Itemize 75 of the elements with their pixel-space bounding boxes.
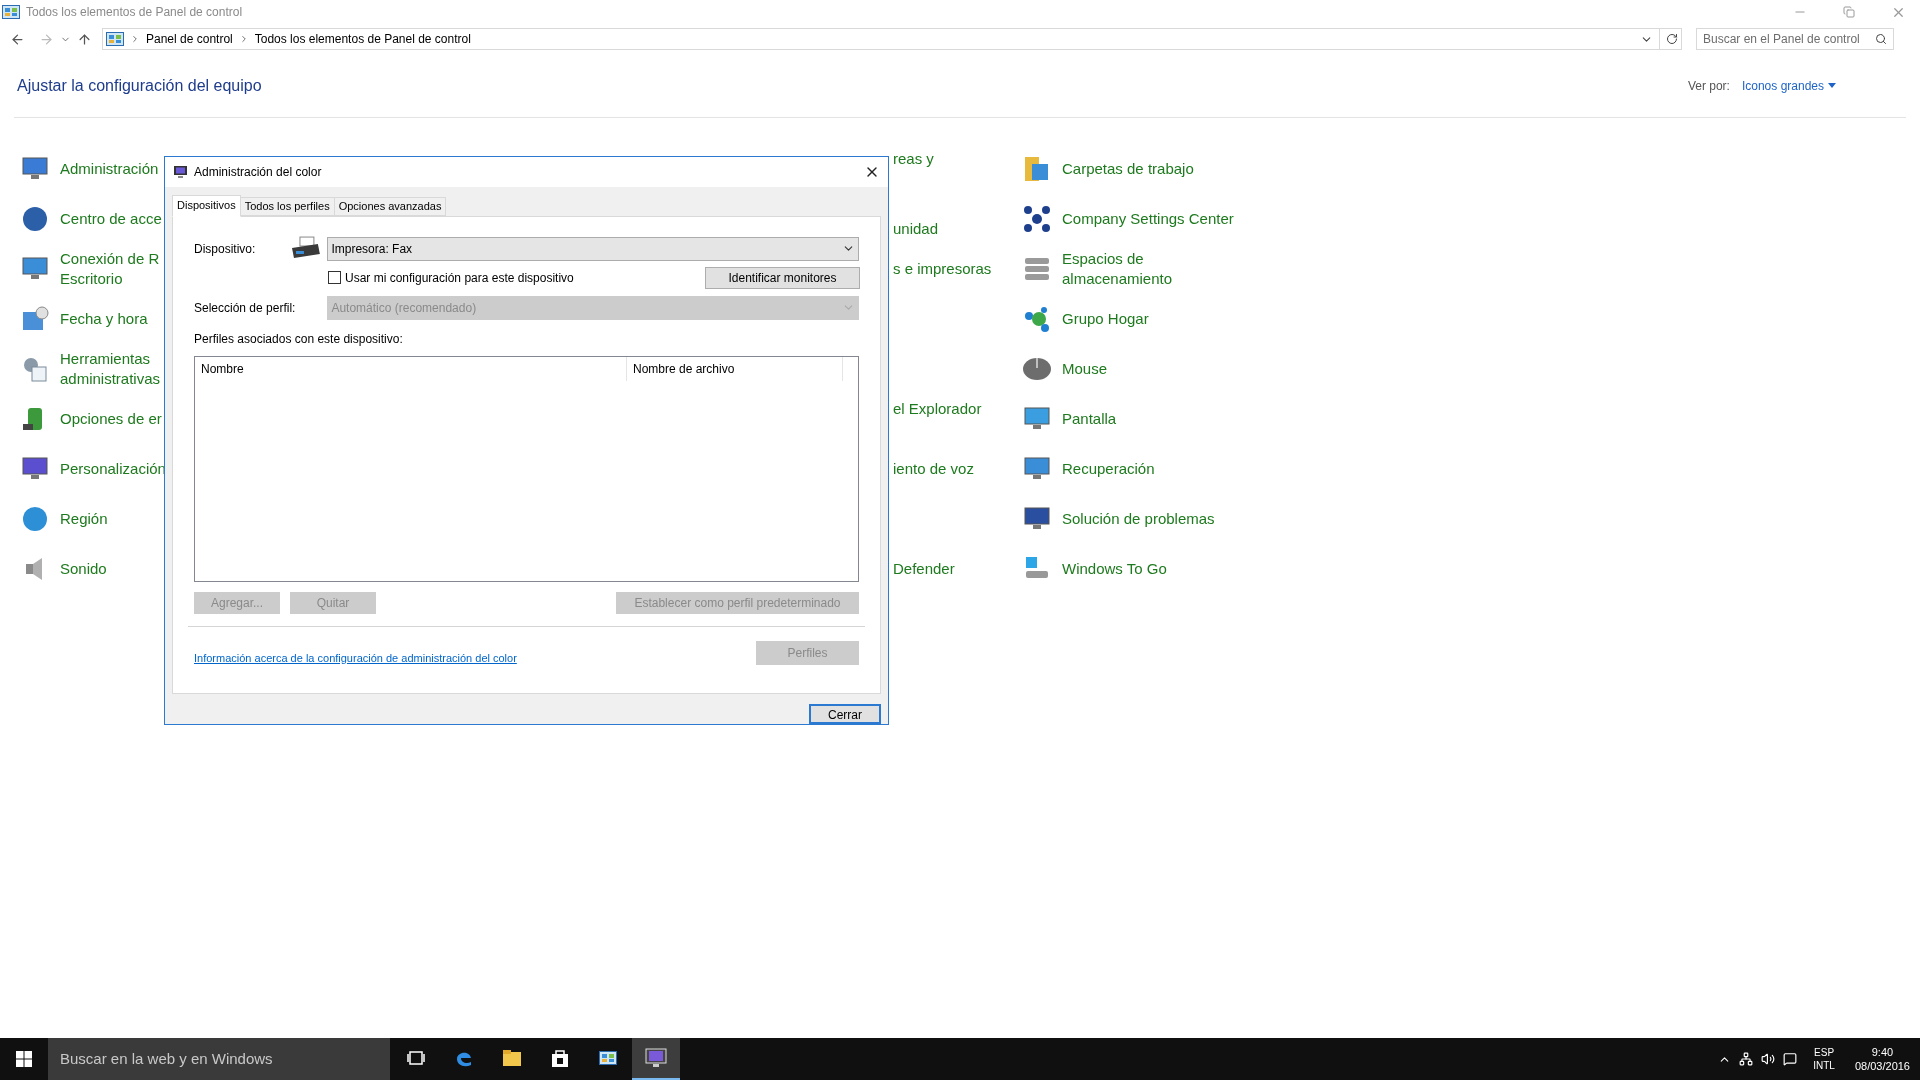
control-panel-item-link[interactable]: reas y — [893, 149, 1022, 169]
info-link[interactable]: Información acerca de la configuración de administración del color — [194, 649, 517, 667]
control-panel-item-link[interactable]: Solución de problemas — [1062, 509, 1215, 529]
clock-time[interactable]: 9:40 — [1871, 1045, 1894, 1059]
folder-icon — [502, 1049, 522, 1067]
close-button[interactable]: Cerrar — [809, 704, 881, 724]
column-header[interactable]: Nombre — [195, 356, 627, 381]
control-panel-item-link[interactable]: el Explorador — [893, 399, 1022, 419]
network-icon — [1022, 204, 1052, 234]
task-view-icon — [407, 1051, 425, 1065]
control-panel-item-link[interactable]: Grupo Hogar — [1062, 309, 1149, 329]
back-icon[interactable] — [10, 31, 25, 47]
control-panel-item-link[interactable]: Conexión de R — [60, 249, 160, 269]
control-panel-item-link[interactable]: Mouse — [1062, 359, 1108, 379]
control-panel-item-link[interactable]: s e impresoras — [893, 257, 992, 281]
control-panel-icon — [106, 32, 124, 46]
dialog-button[interactable]: Identificar monitores — [705, 266, 860, 289]
molecule-icon — [1022, 304, 1052, 334]
control-panel-item-link[interactable]: Pantalla — [1062, 409, 1117, 429]
control-panel-icon — [599, 1051, 617, 1065]
view-mode-dropdown[interactable]: Iconos grandes — [1741, 76, 1836, 95]
control-panel-item-link[interactable]: unidad — [893, 219, 1022, 239]
input-language[interactable]: ESP — [1814, 1046, 1835, 1059]
volume-icon[interactable] — [1761, 1052, 1776, 1066]
breadcrumb-item[interactable]: Todos los elementos de Panel de control — [254, 30, 471, 48]
control-panel-item-link[interactable]: Escritorio — [60, 269, 160, 289]
associated-profiles-label: Perfiles asociados con este dispositivo: — [194, 330, 404, 348]
view-by-label: Ver por: — [1687, 77, 1730, 95]
taskbar-search-field[interactable]: Buscar en la web y en Windows — [48, 1038, 390, 1080]
page-heading: Ajustar la configuración del equipo — [17, 75, 262, 96]
control-panel-item-link[interactable]: Company Settings Center — [1062, 209, 1234, 229]
address-field[interactable]: Panel de control Todos los elementos de Panel de control — [102, 28, 1682, 50]
network-icon[interactable] — [1739, 1052, 1754, 1066]
control-panel-item-link[interactable]: iento de voz — [893, 457, 974, 481]
control-panel-item-link[interactable]: Centro de acce — [60, 209, 162, 229]
dialog-tab[interactable]: Opciones avanzadas — [334, 196, 447, 216]
up-icon[interactable] — [77, 31, 92, 47]
control-panel-item-link[interactable]: administrativas — [60, 369, 161, 389]
dialog-tab[interactable]: Dispositivos — [172, 194, 241, 217]
control-panel-item-link[interactable]: Herramientas — [60, 349, 161, 369]
control-panel-item-link[interactable]: Opciones de er — [60, 409, 162, 429]
device-dropdown[interactable]: Impresora: Fax — [327, 236, 859, 261]
device-label: Dispositivo: — [194, 240, 257, 258]
control-panel-item-link[interactable]: Carpetas de trabajo — [1062, 159, 1194, 179]
control-panel-item-link[interactable]: Fecha y hora — [60, 309, 148, 329]
dialog-title: Administración del color — [194, 163, 322, 181]
search-field[interactable]: Buscar en el Panel de control — [1696, 28, 1894, 50]
control-panel-item-link[interactable]: Recuperación — [1062, 459, 1155, 479]
control-panel-item-link[interactable]: Espacios de — [1062, 249, 1173, 269]
caret-icon — [1828, 83, 1836, 88]
control-panel-item-link[interactable]: Defender — [893, 557, 955, 581]
control-panel-item-link[interactable]: Sonido — [60, 559, 107, 579]
start-icon[interactable] — [16, 1051, 32, 1067]
notifications-icon[interactable] — [1783, 1052, 1798, 1066]
checkbox-label[interactable]: Usar mi configuración para este dispositivo — [345, 268, 574, 287]
control-panel-item-link[interactable]: Personalización — [60, 459, 166, 479]
profile-selection-label: Selección de perfil: — [194, 299, 297, 317]
dialog-tab[interactable]: Todos los perfiles — [240, 196, 335, 216]
breadcrumb-item[interactable]: Panel de control — [146, 30, 233, 48]
monitor-icon — [173, 164, 188, 179]
clock-date[interactable]: 08/03/2016 — [1854, 1059, 1910, 1073]
control-panel-item-link[interactable]: almacenamiento — [1062, 269, 1173, 289]
search-icon — [1875, 33, 1887, 45]
breadcrumb-separator-icon — [130, 34, 140, 44]
control-panel-icon — [2, 5, 20, 19]
shopping-bag-icon — [551, 1048, 569, 1068]
window-title: Todos los elementos de Panel de control — [26, 4, 243, 21]
control-panel-item-link[interactable]: Windows To Go — [1062, 559, 1167, 579]
checkbox[interactable] — [328, 271, 341, 285]
monitor-icon — [645, 1048, 667, 1068]
refresh-icon[interactable] — [1666, 33, 1678, 45]
control-panel-item-link[interactable]: Región — [60, 509, 108, 529]
column-header[interactable]: Nombre de archivo — [627, 356, 843, 381]
control-panel-item-link[interactable]: Administración — [60, 159, 159, 179]
input-language[interactable]: INTL — [1813, 1059, 1835, 1072]
